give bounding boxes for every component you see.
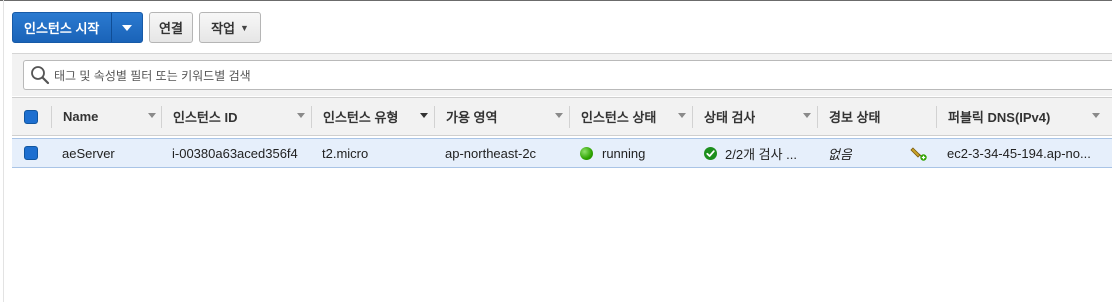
column-header-availability-zone[interactable]: 가용 영역 xyxy=(446,98,497,135)
filter-bar: 태그 및 속성별 필터 또는 키워드별 검색 xyxy=(12,53,1112,96)
column-divider xyxy=(161,106,162,128)
window-left-border xyxy=(3,0,4,302)
cell-alarm-status: 없음 xyxy=(828,146,852,162)
sort-icon[interactable] xyxy=(297,113,305,118)
column-header-name[interactable]: Name xyxy=(63,98,98,135)
connect-label: 연결 xyxy=(159,21,183,36)
launch-instance-button[interactable]: 인스턴스 시작 xyxy=(12,12,143,43)
select-all-checkbox[interactable] xyxy=(24,98,38,135)
checkbox-icon xyxy=(24,146,38,160)
cell-instance-state: running xyxy=(580,139,645,167)
sort-icon[interactable] xyxy=(148,113,156,118)
column-divider xyxy=(817,106,818,128)
column-divider xyxy=(569,106,570,128)
running-status-icon xyxy=(580,146,593,160)
column-header-instance-id[interactable]: 인스턴스 ID xyxy=(173,98,237,135)
checkbox-icon xyxy=(24,109,38,124)
cell-name: aeServer xyxy=(62,145,115,161)
column-divider xyxy=(51,106,52,128)
check-circle-icon xyxy=(704,146,717,160)
cell-instance-type: t2.micro xyxy=(322,145,369,161)
column-divider xyxy=(936,106,937,128)
add-alarm-button[interactable] xyxy=(910,139,928,167)
cell-status-check: 2/2개 검사 ... xyxy=(704,139,797,167)
connect-button[interactable]: 연결 xyxy=(149,12,193,43)
sort-icon[interactable] xyxy=(420,113,428,118)
column-header-public-dns[interactable]: 퍼블릭 DNS(IPv4) xyxy=(948,98,1050,135)
launch-dropdown-button[interactable] xyxy=(112,24,142,31)
column-divider xyxy=(434,106,435,128)
row-checkbox[interactable] xyxy=(24,139,38,167)
caret-down-icon xyxy=(122,24,132,31)
column-header-instance-state[interactable]: 인스턴스 상태 xyxy=(581,98,656,135)
window-top-border xyxy=(0,0,1112,1)
cell-instance-id: i-00380a63aced356f4 xyxy=(172,145,298,161)
sort-icon[interactable] xyxy=(555,113,563,118)
table-row[interactable]: aeServer i-00380a63aced356f4 t2.micro ap… xyxy=(12,138,1112,168)
search-input[interactable]: 태그 및 속성별 필터 또는 키워드별 검색 xyxy=(23,60,1112,90)
search-placeholder: 태그 및 속성별 필터 또는 키워드별 검색 xyxy=(54,68,251,83)
chevron-down-icon: ▼ xyxy=(240,22,249,33)
search-icon xyxy=(31,66,50,85)
column-divider xyxy=(692,106,693,128)
table-header: Name 인스턴스 ID 인스턴스 유형 가용 영역 인스턴스 상태 상태 검사… xyxy=(12,97,1112,136)
actions-label: 작업 xyxy=(211,21,235,36)
sort-icon[interactable] xyxy=(1092,113,1100,118)
column-divider xyxy=(311,106,312,128)
alarm-bell-add-icon xyxy=(910,147,927,161)
sort-icon[interactable] xyxy=(803,113,811,118)
column-header-alarm-status[interactable]: 경보 상태 xyxy=(829,98,880,135)
sort-icon[interactable] xyxy=(678,113,686,118)
actions-button[interactable]: 작업 ▼ xyxy=(199,12,261,43)
cell-availability-zone: ap-northeast-2c xyxy=(445,145,537,161)
cell-public-dns: ec2-3-34-45-194.ap-no... xyxy=(947,145,1091,161)
launch-instance-label: 인스턴스 시작 xyxy=(24,21,100,36)
column-header-status-check[interactable]: 상태 검사 xyxy=(704,98,755,135)
column-header-instance-type[interactable]: 인스턴스 유형 xyxy=(323,98,398,135)
